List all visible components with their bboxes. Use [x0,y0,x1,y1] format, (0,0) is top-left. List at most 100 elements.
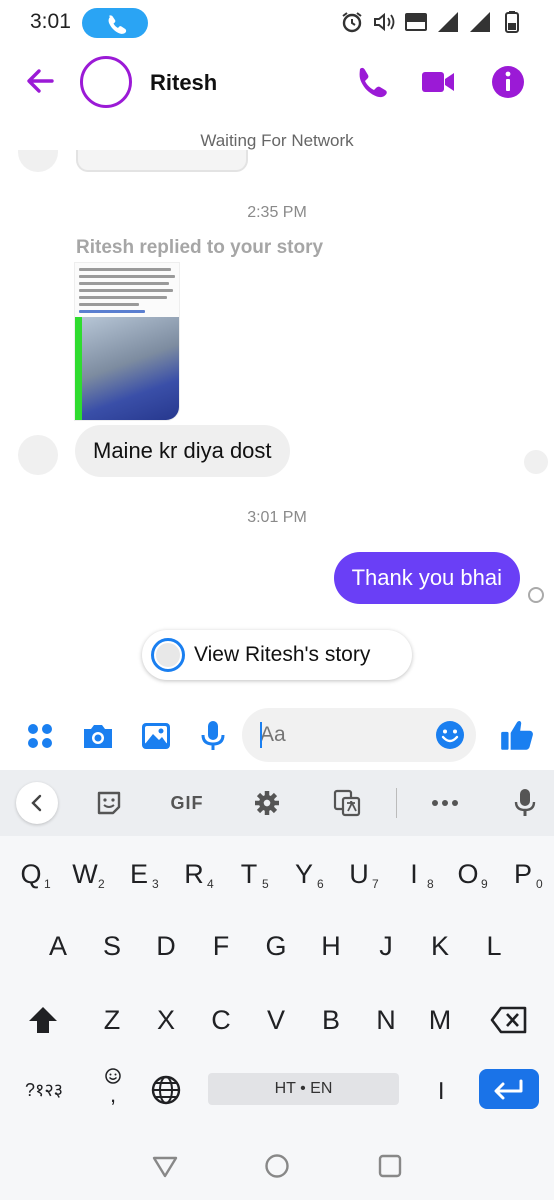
back-arrow-icon[interactable] [22,62,60,100]
network-status: Waiting For Network [200,131,354,150]
key-o[interactable]: 9O [441,846,495,902]
translate-button[interactable] [330,784,364,822]
key-hint: 1 [44,877,51,891]
key-q[interactable]: 1Q [4,846,58,902]
microphone-icon[interactable] [195,718,231,754]
alarm-icon [342,12,362,33]
nav-recents-icon[interactable] [376,1152,404,1180]
status-icons [340,10,524,34]
sender-avatar[interactable] [18,435,58,475]
sticker-button[interactable] [92,784,126,822]
gif-label: GIF [170,792,204,813]
key-u[interactable]: 7U [332,846,386,902]
voice-input-button[interactable] [508,784,542,822]
backspace-key[interactable] [482,992,536,1048]
read-receipt-avatar [524,450,548,474]
key-s[interactable]: S [85,918,139,974]
text-caret [260,722,262,748]
key-j[interactable]: J [359,918,413,974]
key-hint: 8 [427,877,434,891]
emoji-icon[interactable] [434,719,466,751]
view-story-label: View Ritesh's story [194,643,371,666]
info-icon[interactable] [490,64,526,100]
period-key[interactable]: । [413,1062,467,1118]
key-t[interactable]: 5T [222,846,276,902]
key-c[interactable]: C [194,992,248,1048]
key-x[interactable]: X [139,992,193,1048]
key-label: I [410,859,418,889]
key-l[interactable]: L [467,918,521,974]
key-label: Q [20,859,42,889]
message-input-box[interactable] [242,708,476,762]
key-r[interactable]: 4R [167,846,221,902]
keyboard-collapse-button[interactable] [16,782,58,824]
key-n[interactable]: N [359,992,413,1048]
key-e[interactable]: 3E [112,846,166,902]
key-w[interactable]: 2W [58,846,112,902]
enter-key[interactable] [479,1069,539,1109]
phone-call-icon [108,15,127,34]
sender-avatar-partial [18,150,58,172]
more-options-button[interactable] [428,784,462,822]
key-b[interactable]: B [304,992,358,1048]
story-ring-icon [151,638,185,672]
video-camera-icon[interactable] [420,64,456,100]
outgoing-message[interactable]: Thank you bhai [333,552,520,604]
key-hint: 9 [481,877,488,891]
translate-icon [333,789,361,817]
camera-icon[interactable] [80,718,116,754]
enter-icon [494,1079,523,1100]
key-z[interactable]: Z [85,992,139,1048]
key-label: E [129,859,148,889]
key-hint: 7 [372,877,379,891]
language-key[interactable] [139,1062,193,1118]
incoming-message[interactable]: Maine kr diya dost [75,425,290,477]
status-time: 3:01 [30,10,71,33]
key-hint: 3 [152,877,159,891]
sticker-icon [97,791,121,815]
keyboard-settings-button[interactable] [250,784,284,822]
volte-icon [405,13,427,31]
thumbs-up-icon[interactable] [498,716,536,754]
view-story-button[interactable]: View Ritesh's story [142,630,412,680]
nav-back-icon[interactable] [151,1152,179,1180]
key-m[interactable]: M [413,992,467,1048]
symbols-key[interactable]: ?१२३ [14,1062,74,1118]
contact-name[interactable]: Ritesh [150,70,217,96]
message-input[interactable] [260,722,420,748]
shift-key[interactable] [16,992,70,1048]
key-label: W [72,859,98,889]
key-hint: 5 [262,877,269,891]
key-f[interactable]: F [194,918,248,974]
previous-message-bubble [76,150,248,172]
gallery-icon[interactable] [138,718,174,754]
key-d[interactable]: D [139,918,193,974]
gif-button[interactable]: GIF [164,784,210,822]
comma-label: , [109,1082,117,1107]
key-hint: 6 [317,877,324,891]
space-key[interactable]: HT • EN [208,1073,399,1105]
ongoing-call-chip[interactable] [82,8,148,38]
nav-home-icon[interactable] [263,1152,291,1180]
shift-icon [29,1007,57,1033]
key-h[interactable]: H [304,918,358,974]
key-label: R [184,859,204,889]
key-p[interactable]: 0P [496,846,550,902]
key-k[interactable]: K [413,918,467,974]
timestamp: 2:35 PM [247,204,307,221]
key-g[interactable]: G [249,918,303,974]
story-accent-bar [75,317,82,420]
contact-avatar[interactable] [80,56,132,108]
settings-gear-icon [255,791,279,815]
key-label: Y [294,859,313,889]
key-v[interactable]: V [249,992,303,1048]
apps-grid-icon[interactable] [22,718,58,754]
phone-icon[interactable] [352,64,388,100]
key-i[interactable]: 8I [387,846,441,902]
story-thumbnail[interactable] [74,262,180,421]
key-a[interactable]: A [31,918,85,974]
toolbar-divider [396,788,397,818]
comma-key[interactable]: , [86,1062,140,1118]
key-y[interactable]: 6Y [277,846,331,902]
globe-icon [151,1075,181,1105]
